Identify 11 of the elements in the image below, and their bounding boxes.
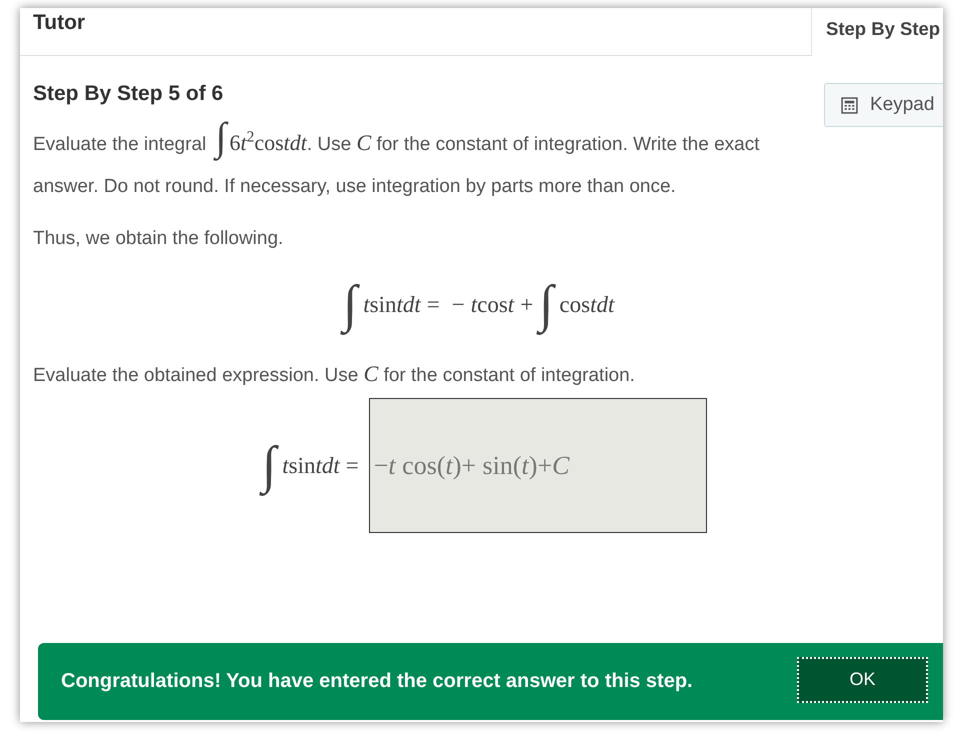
ok-button[interactable]: OK xyxy=(797,656,928,702)
intro-text: Thus, we obtain the following. xyxy=(33,227,284,251)
step-title: Step By Step 5 of 6 xyxy=(33,82,224,106)
answer-field[interactable]: −t cos(t)+ sin(t)+C xyxy=(368,398,707,533)
toast-message: Congratulations! You have entered the correct answer to this step. xyxy=(61,670,694,693)
keypad-button[interactable]: Keypad xyxy=(824,83,943,127)
instruction-text: Evaluate the obtained expression. Use C for the constant of integration. xyxy=(33,360,636,388)
calculator-icon xyxy=(841,96,858,114)
question-text: Evaluate the integral ∫6t$^{2}$costdt. Use C for the constant of integration. Write the exact answer. Do not round. If necessary, use integration by parts more than once. xyxy=(33,122,760,199)
step-by-step-tab[interactable]: Step By Step xyxy=(812,8,943,56)
tutor-title: Tutor xyxy=(33,11,86,34)
